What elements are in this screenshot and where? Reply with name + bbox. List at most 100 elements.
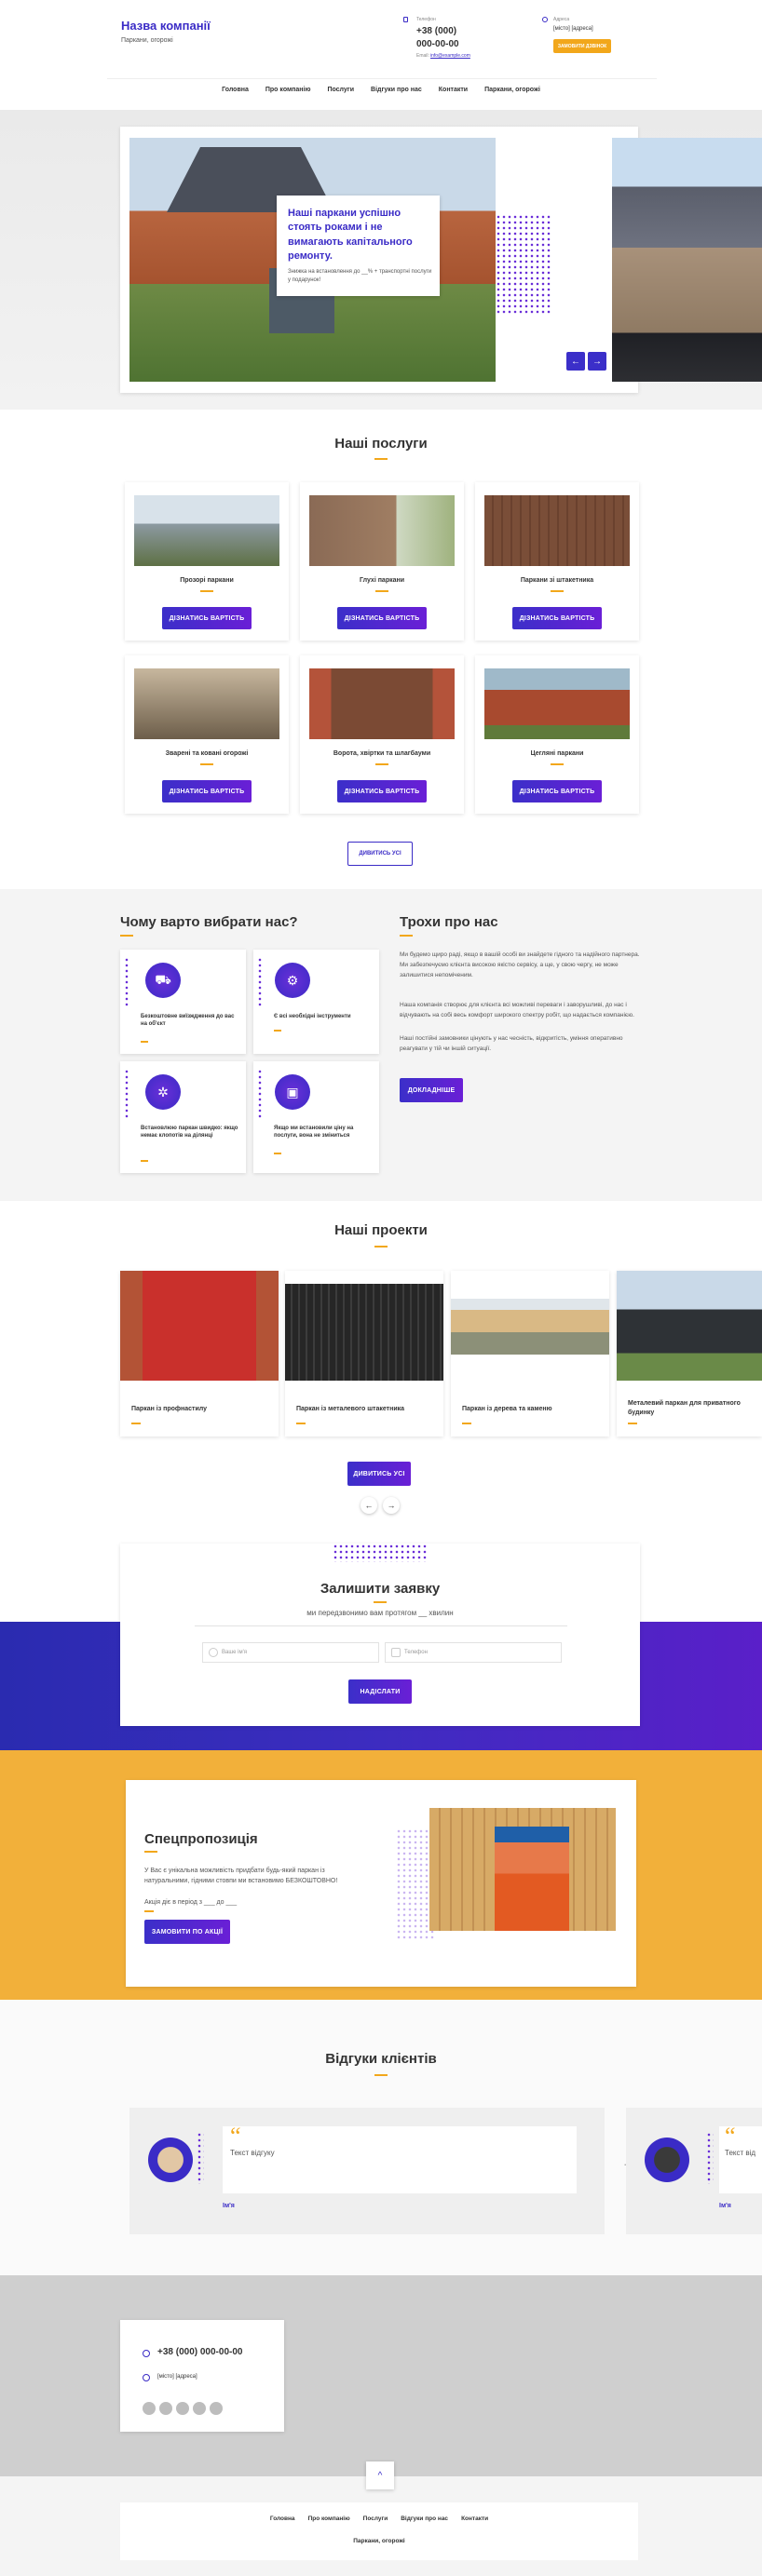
projects-underline	[374, 1246, 388, 1248]
nav-home[interactable]: Головна	[222, 87, 249, 93]
phone-label: Телефон	[416, 17, 436, 22]
contact-phone[interactable]: +38 (000) 000-00-00	[157, 2347, 242, 2357]
services-underline	[374, 458, 388, 460]
service-image-3	[484, 495, 630, 566]
header: Назва компанії Паркани, огорожі Телефон …	[0, 0, 762, 110]
project-name-1: Паркан із профнастилу	[131, 1406, 208, 1412]
projects-prev-button[interactable]: ←	[361, 1497, 377, 1514]
project-name-3: Паркан із дерева та каменю	[462, 1406, 552, 1412]
contacts-section	[0, 2275, 762, 2476]
contact-phone-icon	[143, 2350, 150, 2357]
wallet-icon: ▣	[275, 1074, 310, 1110]
service-image-1	[134, 495, 279, 566]
why-card-4: ▣ Якщо ми встановили ціну на послуги, во…	[253, 1061, 379, 1173]
company-name[interactable]: Назва компанії	[121, 19, 211, 33]
reviewer-name-2: Ім'я	[719, 2203, 731, 2209]
request-underline	[374, 1601, 387, 1603]
address-label: Адреса	[553, 17, 570, 22]
contacts-card: +38 (000) 000-00-00 [місто] [адреса]	[120, 2320, 284, 2432]
footer-nav-contacts[interactable]: Контакти	[461, 2515, 488, 2522]
footer-nav-home[interactable]: Головна	[270, 2515, 295, 2522]
why-text-1: Безкоштовне виїзждження до вас на об'єкт	[141, 1014, 235, 1028]
hero-next-button[interactable]: →	[588, 352, 606, 371]
projects-more-button[interactable]: ДИВИТИСЬ УСІ	[347, 1462, 411, 1486]
services-more-button[interactable]: ДИВИТИСЬ УСІ	[347, 842, 413, 866]
request-title: Залишити заявку	[320, 1581, 441, 1597]
name-placeholder: Ваше ім'я	[222, 1650, 248, 1655]
nav-about[interactable]: Про компанію	[265, 87, 311, 93]
service-price-button-3[interactable]: ДІЗНАТИСЬ ВАРТІСТЬ	[512, 607, 602, 629]
request-dots	[333, 1544, 428, 1562]
project-card-1: Паркан із профнастилу	[120, 1271, 279, 1436]
header-divider	[107, 78, 657, 79]
footer-nav-about[interactable]: Про компанію	[308, 2515, 350, 2522]
nav-fences[interactable]: Паркани, огорожі	[484, 87, 540, 93]
hero-prev-button[interactable]: ←	[566, 352, 585, 371]
service-underline-5	[375, 763, 388, 765]
project-image-1	[120, 1271, 279, 1381]
phone-field[interactable]: Телефон	[385, 1642, 562, 1663]
name-field[interactable]: Ваше ім'я	[202, 1642, 379, 1663]
review-box-1: “ Текст відгуку	[223, 2123, 577, 2193]
service-name-4: Зварені та ковані огорожі	[165, 750, 249, 757]
footer-nav-reviews[interactable]: Відгуки про нас	[401, 2515, 448, 2522]
delivery-icon: ⛟	[145, 963, 181, 998]
phone-line1[interactable]: +38 (000)	[416, 26, 456, 36]
special-order-button[interactable]: ЗАМОВИТИ ПО АКЦІЇ	[144, 1920, 230, 1944]
request-subtitle: ми передзвонимо вам протягом __ хвилин	[306, 1609, 454, 1617]
callback-button[interactable]: ЗАМОВИТИ ДЗВІНОК	[553, 39, 611, 53]
service-name-5: Ворота, хвіртки та шлагбауми	[333, 750, 431, 757]
special-date: Акція діє в період з ___ до ___	[144, 1899, 238, 1906]
footer-card: Головна Про компанію Послуги Відгуки про…	[120, 2502, 638, 2560]
service-card-3: Паркани зі штакетника ДІЗНАТИСЬ ВАРТІСТЬ	[475, 482, 639, 641]
project-image-2	[285, 1284, 443, 1381]
review-text-1: Текст відгуку	[230, 2149, 275, 2157]
footer-nav-services[interactable]: Послуги	[363, 2515, 388, 2522]
tools-icon: ⚙	[275, 963, 310, 998]
service-underline-4	[200, 763, 213, 765]
twitter-icon[interactable]	[176, 2402, 189, 2415]
footer-nav-fences[interactable]: Паркани, огорожі	[120, 2538, 638, 2544]
reviewer-avatar-2	[645, 2138, 689, 2182]
instagram-icon[interactable]	[193, 2402, 206, 2415]
service-price-button-4[interactable]: ДІЗНАТИСЬ ВАРТІСТЬ	[162, 780, 252, 802]
service-price-button-5[interactable]: ДІЗНАТИСЬ ВАРТІСТЬ	[337, 780, 427, 802]
project-underline-3	[462, 1423, 471, 1424]
service-price-button-2[interactable]: ДІЗНАТИСЬ ВАРТІСТЬ	[337, 607, 427, 629]
service-price-button-1[interactable]: ДІЗНАТИСЬ ВАРТІСТЬ	[162, 607, 252, 629]
facebook-icon[interactable]	[159, 2402, 172, 2415]
service-image-2	[309, 495, 455, 566]
service-underline-1	[200, 590, 213, 592]
about-more-button[interactable]: ДОКЛАДНІШЕ	[400, 1078, 463, 1102]
social-icons	[143, 2402, 223, 2415]
ok-icon[interactable]	[143, 2402, 156, 2415]
project-underline-4	[628, 1423, 637, 1424]
hero-section: Наші паркани успішно стоять роками і не …	[0, 110, 762, 410]
service-price-button-6[interactable]: ДІЗНАТИСЬ ВАРТІСТЬ	[512, 780, 602, 802]
vk-icon[interactable]	[210, 2402, 223, 2415]
why-text-3: Встановлюю паркан швидко: якщо немає кло…	[141, 1126, 238, 1140]
why-dots-3	[124, 1069, 130, 1120]
why-text-4: Якщо ми встановили ціну на послуги, вона…	[274, 1126, 354, 1140]
reviewer-name-1: Ім'я	[223, 2203, 235, 2209]
nav-services[interactable]: Послуги	[327, 87, 354, 93]
service-name-6: Цегляні паркани	[530, 750, 584, 757]
phone-line2[interactable]: 000-00-00	[416, 39, 459, 49]
scroll-top-button[interactable]: ^	[366, 2461, 394, 2489]
why-underline	[120, 935, 133, 937]
nav-reviews[interactable]: Відгуки про нас	[371, 87, 422, 93]
about-paragraph-1: Ми будемо щиро раді, якщо в вашій особі …	[400, 951, 640, 979]
hero-title: Наші паркани успішно стоять роками і не …	[288, 208, 413, 263]
nav-contacts[interactable]: Контакти	[439, 87, 468, 93]
location-icon	[542, 17, 548, 22]
special-card: Спецпропозиція У Вас є унікальна можливі…	[126, 1780, 636, 1987]
email-link[interactable]: info@example.com	[430, 53, 470, 59]
why-underline-1	[141, 1041, 148, 1043]
project-card-3: Паркан із дерева та каменю	[451, 1271, 609, 1436]
settings-icon: ✲	[145, 1074, 181, 1110]
projects-next-button[interactable]: →	[383, 1497, 400, 1514]
service-card-4: Зварені та ковані огорожі ДІЗНАТИСЬ ВАРТ…	[125, 655, 289, 814]
address-text: [місто] [адреса]	[553, 26, 593, 32]
reviews-title: Відгуки клієнтів	[325, 2051, 437, 2067]
submit-button[interactable]: НАДІСЛАТИ	[348, 1679, 412, 1704]
